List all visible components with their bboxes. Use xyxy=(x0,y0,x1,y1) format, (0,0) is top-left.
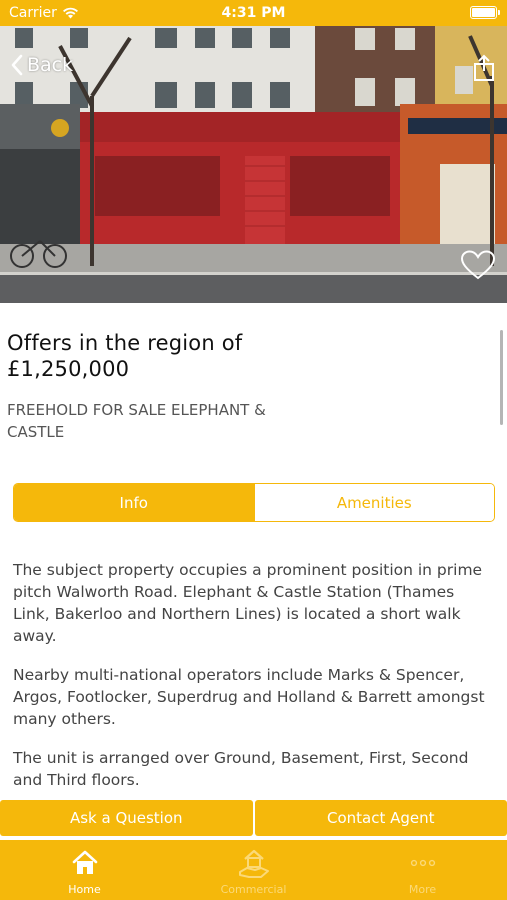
status-time: 4:31 PM xyxy=(221,5,286,21)
storefront-illustration xyxy=(0,26,507,303)
commercial-hand-house-icon xyxy=(238,849,269,878)
tab-home-label: Home xyxy=(68,883,101,896)
tab-commercial[interactable]: Commercial xyxy=(169,840,338,900)
home-icon xyxy=(72,850,97,874)
info-amenities-segmented-control: Info Amenities xyxy=(13,483,495,522)
property-description: The subject property occupies a prominen… xyxy=(13,559,488,808)
tab-commercial-label: Commercial xyxy=(220,883,287,896)
heart-icon xyxy=(461,250,495,280)
favorite-button[interactable] xyxy=(461,250,495,280)
description-paragraph: Nearby multi-national operators include … xyxy=(13,666,485,728)
bottom-tab-bar: Home Commercial More xyxy=(0,840,507,900)
listing-title: FREEHOLD FOR SALE ELEPHANT & CASTLE xyxy=(7,401,266,441)
share-icon xyxy=(474,54,494,81)
more-dots-icon xyxy=(410,859,435,867)
battery-icon xyxy=(470,6,500,19)
share-button[interactable] xyxy=(473,54,495,82)
scroll-indicator[interactable] xyxy=(500,330,503,425)
tab-home[interactable]: Home xyxy=(0,840,169,900)
listing-price: Offers in the region of £1,250,000 xyxy=(7,331,243,381)
status-bar: Carrier 4:31 PM xyxy=(0,0,507,26)
tab-amenities[interactable]: Amenities xyxy=(253,484,494,521)
tab-more[interactable]: More xyxy=(338,840,507,900)
tab-more-label: More xyxy=(408,883,437,896)
property-photo[interactable]: Back xyxy=(0,26,507,303)
description-paragraph: The unit is arranged over Ground, Baseme… xyxy=(13,749,469,789)
description-paragraph: The subject property occupies a prominen… xyxy=(13,561,483,645)
action-bar: Ask a Question Contact Agent xyxy=(0,800,507,836)
contact-agent-button[interactable]: Contact Agent xyxy=(254,800,507,836)
back-button[interactable]: Back xyxy=(10,54,73,76)
back-label: Back xyxy=(27,54,74,76)
chevron-left-icon xyxy=(11,54,23,76)
tab-info[interactable]: Info xyxy=(14,484,254,521)
ask-question-button[interactable]: Ask a Question xyxy=(0,800,253,836)
